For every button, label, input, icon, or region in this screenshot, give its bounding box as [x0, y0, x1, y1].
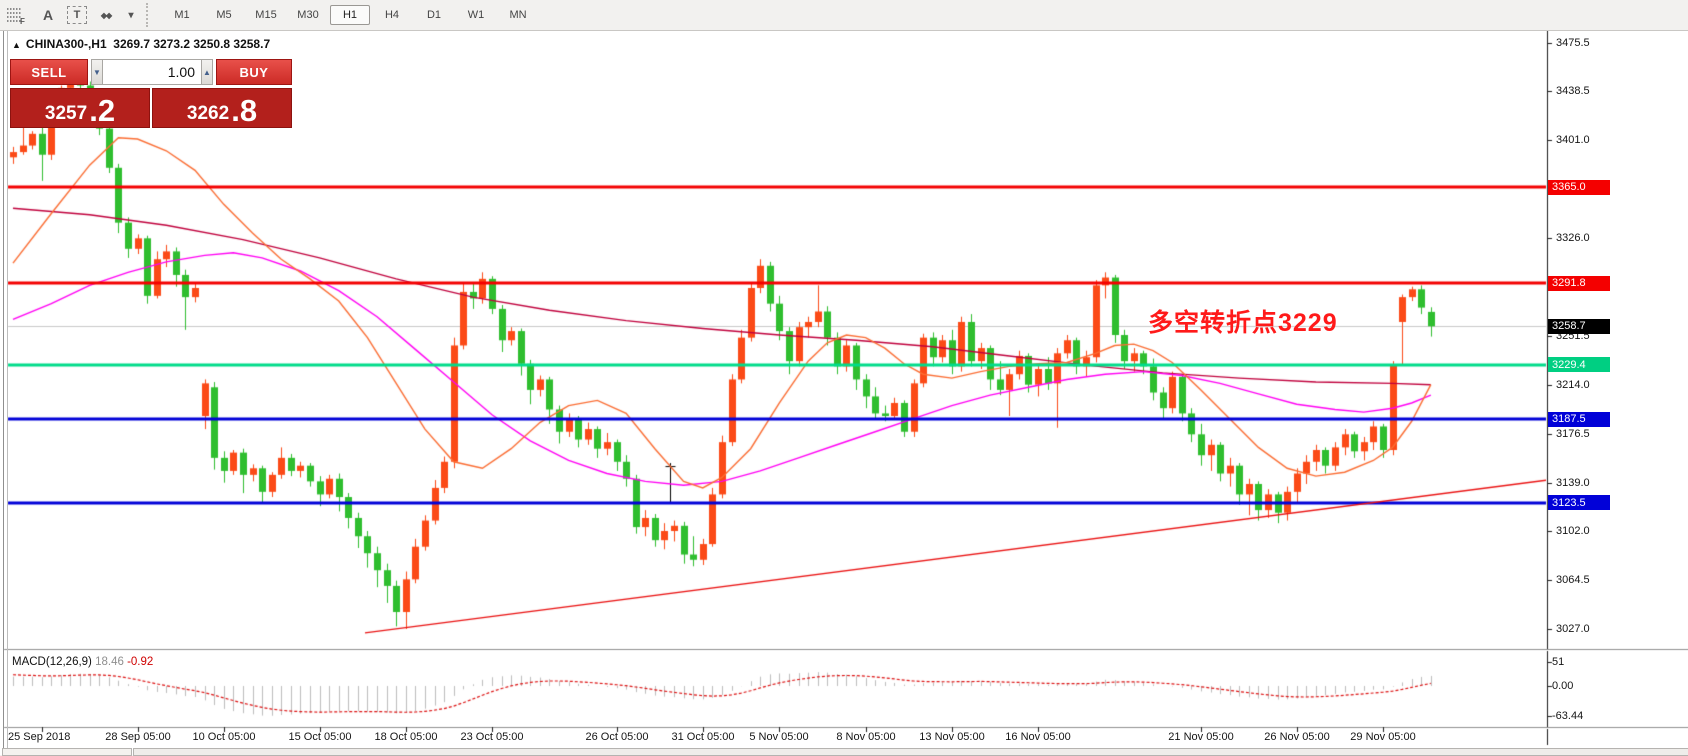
price-badge-3187.5: 3187.5: [1548, 412, 1610, 427]
price-tick-label: 3438.5: [1556, 85, 1590, 97]
tf-button-H1[interactable]: H1: [330, 5, 370, 25]
tf-button-H4[interactable]: H4: [372, 5, 412, 25]
ask-price-box[interactable]: 3262 .8: [152, 88, 292, 128]
toolbar: F A T ◆◆ ▾ M1M5M15M30H1H4D1W1MN: [0, 0, 1688, 31]
text-label-icon[interactable]: T: [67, 6, 87, 24]
date-tick-label: 8 Nov 05:00: [836, 731, 895, 743]
date-tick-label: 21 Nov 05:00: [1168, 731, 1233, 743]
tf-button-D1[interactable]: D1: [414, 5, 454, 25]
macd-scale-label: -63.44: [1552, 710, 1583, 722]
date-tick-label: 15 Oct 05:00: [289, 731, 352, 743]
price-badge-3365.0: 3365.0: [1548, 180, 1610, 195]
date-tick-label: 13 Nov 05:00: [919, 731, 984, 743]
chart-window: ▲ CHINA300-,H1 3269.7 3273.2 3250.8 3258.…: [0, 31, 1688, 755]
chart-frame-left: [7, 31, 8, 748]
window-frame-left: [3, 31, 4, 755]
price-tick-label: 3027.0: [1556, 623, 1590, 635]
price-tick-label: 3102.0: [1556, 525, 1590, 537]
tf-button-M15[interactable]: M15: [246, 5, 286, 25]
price-badge-3291.8: 3291.8: [1548, 276, 1610, 291]
date-tick-label: 28 Sep 05:00: [105, 731, 170, 743]
tf-button-M30[interactable]: M30: [288, 5, 328, 25]
macd-scale-label: 51: [1552, 656, 1564, 668]
price-badge-3258.7: 3258.7: [1548, 319, 1610, 334]
chart-canvas[interactable]: [0, 31, 1688, 755]
date-tick-label: 18 Oct 05:00: [375, 731, 438, 743]
price-tick-label: 3326.0: [1556, 232, 1590, 244]
date-tick-label: 23 Oct 05:00: [461, 731, 524, 743]
date-tick-label: 26 Oct 05:00: [586, 731, 649, 743]
bid-integer: 3257: [45, 104, 87, 124]
chart-title-ohlc: ▲ CHINA300-,H1 3269.7 3273.2 3250.8 3258.…: [12, 37, 270, 51]
macd-signal-value: -0.92: [127, 656, 153, 668]
bid-price-box[interactable]: 3257 .2: [10, 88, 150, 128]
date-tick-label: 31 Oct 05:00: [672, 731, 735, 743]
date-tick-label: 26 Nov 05:00: [1264, 731, 1329, 743]
price-tick-label: 3214.0: [1556, 379, 1590, 391]
ask-integer: 3262: [187, 104, 229, 124]
timeframe-toolbar: M1M5M15M30H1H4D1W1MN: [161, 5, 539, 25]
bid-decimal: .2: [89, 98, 115, 124]
fibonacci-icon[interactable]: F: [3, 3, 29, 27]
one-click-trade-panel: SELL ▼ ▲ BUY 3257 .2 3262 .8: [10, 59, 292, 128]
price-tick-label: 3475.5: [1556, 37, 1590, 49]
date-tick-label: 5 Nov 05:00: [749, 731, 808, 743]
price-tick-label: 3401.0: [1556, 134, 1590, 146]
buy-button[interactable]: BUY: [216, 59, 292, 85]
date-tick-label: 29 Nov 05:00: [1350, 731, 1415, 743]
price-tick-label: 3176.5: [1556, 428, 1590, 440]
date-tick-label: 10 Oct 05:00: [193, 731, 256, 743]
price-tick-label: 3139.0: [1556, 477, 1590, 489]
tf-button-M5[interactable]: M5: [204, 5, 244, 25]
svg-text:F: F: [20, 17, 25, 24]
volume-decrease-button[interactable]: ▼: [91, 59, 103, 85]
ohlc-values: 3269.7 3273.2 3250.8 3258.7: [113, 37, 270, 51]
chart-text-annotation: 多空转折点3229: [1148, 303, 1338, 339]
symbol-timeframe: CHINA300-,H1: [26, 37, 107, 51]
price-tick-label: 3064.5: [1556, 574, 1590, 586]
date-tick-label: 25 Sep 2018: [8, 731, 70, 743]
tf-button-W1[interactable]: W1: [456, 5, 496, 25]
ask-decimal: .8: [231, 98, 257, 124]
toolbar-grip[interactable]: [146, 3, 155, 27]
sell-button[interactable]: SELL: [10, 59, 88, 85]
volume-increase-button[interactable]: ▲: [201, 59, 213, 85]
arrows-icon[interactable]: ◆◆: [93, 3, 119, 27]
dropdown-caret-icon[interactable]: ▾: [125, 3, 137, 27]
macd-indicator-label: MACD(12,26,9) 18.46 -0.92: [12, 656, 153, 668]
tf-button-M1[interactable]: M1: [162, 5, 202, 25]
text-icon[interactable]: A: [35, 3, 61, 27]
date-tick-label: 16 Nov 05:00: [1005, 731, 1070, 743]
macd-scale-label: 0.00: [1552, 680, 1573, 692]
macd-name: MACD(12,26,9): [12, 656, 92, 668]
price-badge-3123.5: 3123.5: [1548, 495, 1610, 510]
price-badge-3229.4: 3229.4: [1548, 357, 1610, 372]
macd-main-value: 18.46: [95, 656, 124, 668]
bottom-scrollbar: [0, 748, 1688, 755]
collapse-icon[interactable]: ▲: [12, 40, 21, 50]
volume-input[interactable]: [103, 59, 201, 85]
tf-button-MN[interactable]: MN: [498, 5, 538, 25]
